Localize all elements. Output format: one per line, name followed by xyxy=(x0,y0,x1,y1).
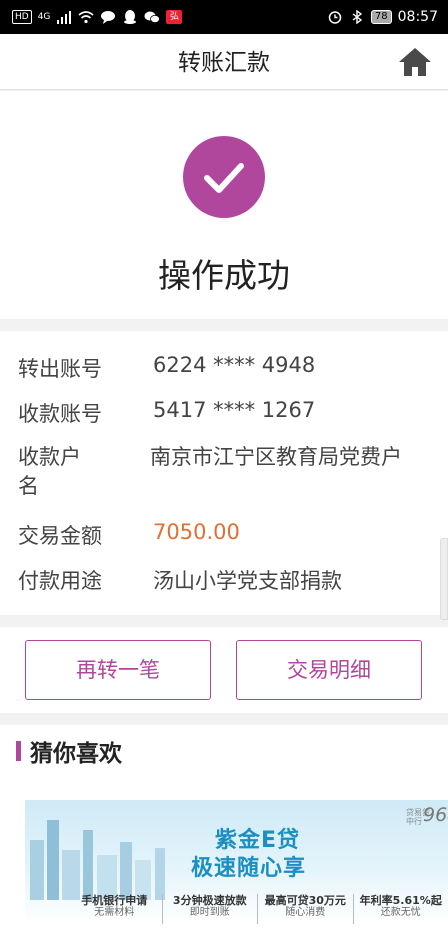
banner-feature: 手机银行申请 无需材料 xyxy=(67,894,162,924)
page-title: 转账汇款 xyxy=(178,50,270,76)
feature-main: 手机银行申请 xyxy=(81,894,148,907)
banner-feature: 年利率5.61%起 还款无忧 xyxy=(352,894,448,924)
feature-main: 年利率5.61%起 xyxy=(359,894,442,907)
detail-value: 南京市江宁区教育局党费户 xyxy=(150,445,402,469)
home-icon[interactable] xyxy=(398,46,432,78)
transfer-details: 转出账号 6224 **** 4948 收款账号 5417 **** 1267 … xyxy=(0,331,448,615)
result-panel: 操作成功 xyxy=(0,91,448,319)
amount-value: 7050.00 xyxy=(153,520,240,544)
clock: 08:57 xyxy=(397,9,438,25)
wifi-icon xyxy=(78,11,94,24)
message-icon xyxy=(101,11,116,24)
floating-side-handle[interactable] xyxy=(440,538,448,620)
transfer-again-button[interactable]: 再转一笔 xyxy=(25,640,211,700)
feature-sub: 随心消费 xyxy=(285,907,326,918)
app-header: 转账汇款 xyxy=(0,34,448,90)
network-label: 4G xyxy=(37,12,51,22)
banner-features: 手机银行申请 无需材料 3分钟极速放款 即时到账 最高可贷30万元 随心消费 年… xyxy=(67,894,448,924)
detail-label: 收款户名 xyxy=(18,445,81,498)
detail-label: 付款用途 xyxy=(18,569,102,593)
bluetooth-icon xyxy=(352,10,363,24)
detail-label: 交易金额 xyxy=(18,524,102,548)
city-skyline-image xyxy=(30,820,165,900)
detail-label: 转出账号 xyxy=(18,357,102,381)
action-panel: 再转一笔 交易明细 xyxy=(0,627,448,713)
qq-icon xyxy=(124,10,137,24)
feature-main: 最高可贷30万元 xyxy=(264,894,346,907)
detail-label: 收款账号 xyxy=(18,402,102,426)
battery-indicator: 78 xyxy=(370,10,392,24)
feature-sub: 无需材料 xyxy=(94,907,135,918)
section-title: 猜你喜欢 xyxy=(30,741,122,767)
banner-number: 968 xyxy=(423,804,448,826)
transaction-detail-button[interactable]: 交易明细 xyxy=(236,640,422,700)
status-bar: HD 4G 弘 78 08:57 xyxy=(0,0,448,34)
success-message: 操作成功 xyxy=(158,256,290,295)
app-notification-icon: 弘 xyxy=(166,10,183,24)
banner-subtitle: 极速随心享 xyxy=(191,856,307,881)
section-accent-bar xyxy=(16,741,21,761)
recommend-section: 猜你喜欢 贷易贷中行 968 紫金E贷 极速随心享 手机银行申请 无需材料 3分… xyxy=(0,725,448,930)
success-check-icon xyxy=(183,136,265,218)
detail-value: 汤山小学党支部捐款 xyxy=(153,569,342,593)
banner-feature: 3分钟极速放款 即时到账 xyxy=(161,894,258,924)
detail-value: 5417 **** 1267 xyxy=(153,398,316,422)
signal-icon xyxy=(57,11,72,24)
feature-sub: 还款无忧 xyxy=(380,907,421,918)
loan-promo-banner[interactable]: 贷易贷中行 968 紫金E贷 极速随心享 手机银行申请 无需材料 3分钟极速放款… xyxy=(25,800,448,924)
hd-indicator: HD xyxy=(12,10,32,24)
feature-main: 3分钟极速放款 xyxy=(172,894,247,907)
alarm-icon xyxy=(328,11,342,24)
detail-value: 6224 **** 4948 xyxy=(153,353,316,377)
banner-feature: 最高可贷30万元 随心消费 xyxy=(257,894,353,924)
feature-sub: 即时到账 xyxy=(189,907,230,918)
wechat-icon xyxy=(144,11,161,23)
